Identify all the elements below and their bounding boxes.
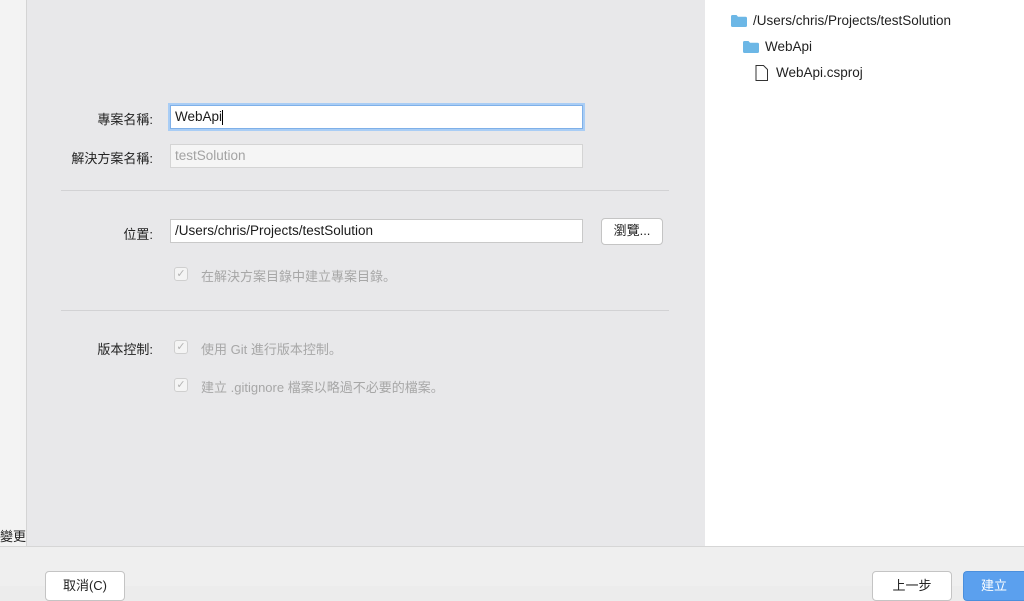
tree-item-label: WebApi.csproj: [776, 65, 863, 80]
file-icon: [755, 65, 768, 81]
previous-button[interactable]: 上一步: [872, 571, 952, 601]
create-project-dir-checkbox[interactable]: ✓: [174, 267, 188, 281]
background-window-strip: [0, 0, 27, 546]
solution-name-label: 解決方案名稱:: [71, 151, 153, 166]
text-caret: [222, 109, 224, 125]
tree-item-label: WebApi: [765, 39, 813, 54]
section-divider: [61, 190, 669, 191]
location-input[interactable]: /Users/chris/Projects/testSolution: [170, 219, 583, 243]
solution-name-input: testSolution: [170, 144, 583, 168]
gitignore-checkbox[interactable]: ✓: [174, 378, 188, 392]
location-label: 位置:: [123, 227, 153, 242]
project-structure-preview: [705, 0, 1024, 546]
folder-icon: [743, 41, 759, 53]
use-git-label: 使用 Git 進行版本控制。: [201, 342, 342, 357]
create-button[interactable]: 建立: [963, 571, 1024, 601]
gitignore-label: 建立 .gitignore 檔案以略過不必要的檔案。: [201, 380, 444, 395]
tree-item-label: /Users/chris/Projects/testSolution: [753, 13, 952, 28]
project-name-label: 專案名稱:: [97, 112, 153, 127]
browse-button[interactable]: 瀏覽...: [601, 218, 663, 245]
version-control-label: 版本控制:: [97, 342, 153, 357]
dialog-button-bar: 取消(C) 上一步 建立: [0, 546, 1024, 601]
use-git-checkbox[interactable]: ✓: [174, 340, 188, 354]
project-name-value: WebApi: [175, 109, 223, 124]
cancel-button[interactable]: 取消(C): [45, 571, 125, 601]
create-project-dir-label: 在解決方案目錄中建立專案目錄。: [201, 269, 397, 284]
section-divider: [61, 310, 669, 311]
background-window-label: 變更: [0, 529, 27, 544]
project-name-input[interactable]: WebApi: [170, 105, 583, 129]
folder-icon: [731, 15, 747, 27]
